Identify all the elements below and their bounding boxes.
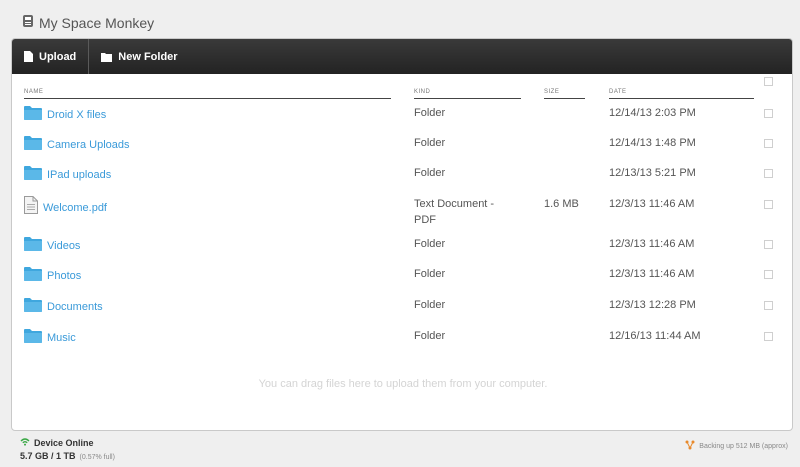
file-name-link[interactable]: Welcome.pdf [43,200,107,216]
file-name-cell: Videos [24,236,80,256]
file-name-link[interactable]: IPad uploads [47,167,111,183]
row-select-checkbox[interactable] [764,169,773,178]
file-row[interactable]: Documents Folder 12/3/13 12:28 PM [12,293,792,323]
file-kind-line1: Folder [414,238,446,250]
file-kind: Folder [414,266,445,282]
file-name-cell: Camera Uploads [24,135,130,155]
folder-icon [24,105,42,125]
file-name-link[interactable]: Documents [47,299,103,315]
file-name-link[interactable]: Droid X files [47,107,106,123]
file-row[interactable]: Camera Uploads Folder 12/14/13 1:48 PM [12,131,792,161]
file-kind: Folder [414,105,445,121]
column-header-name[interactable]: NAME [24,89,391,99]
file-browser-panel: Upload New Folder NAME KIND SIZE DATE Dr… [11,38,793,431]
file-date: 12/16/13 11:44 AM [609,330,701,342]
file-date: 12/14/13 2:03 PM [609,107,696,119]
file-name-cell: Welcome.pdf [24,196,107,219]
file-kind: Folder [414,236,445,252]
file-kind: Folder [414,297,445,313]
backup-text: Backing up 512 MB (approx) [699,442,788,450]
select-all-checkbox[interactable] [764,77,773,86]
file-date: 12/3/13 11:46 AM [609,198,695,210]
file-kind-line1: Folder [414,330,446,342]
file-name-cell: Photos [24,266,81,286]
file-name-cell: Music [24,328,76,348]
folder-icon [24,135,42,155]
new-folder-icon [101,52,113,62]
row-select-checkbox[interactable] [764,270,773,279]
row-select-checkbox[interactable] [764,200,773,209]
storage-usage-text: 5.7 GB / 1 TB [20,451,76,461]
backup-status: Backing up 512 MB (approx) [685,440,788,452]
column-header-size[interactable]: SIZE [544,89,585,99]
backup-icon [685,440,695,452]
monkey-logo-icon [22,14,34,33]
folder-icon [24,328,42,348]
file-name-cell: IPad uploads [24,165,111,185]
file-kind-line1: Folder [414,268,446,280]
toolbar: Upload New Folder [12,39,792,74]
file-date: 12/3/13 12:28 PM [609,299,696,311]
device-status: Device Online 5.7 GB / 1 TB (0.57% full) [20,438,115,461]
column-header-kind[interactable]: KIND [414,89,521,99]
app-title: My Space Monkey [39,15,155,31]
drop-hint: You can drag files here to upload them f… [258,378,548,390]
app-header: My Space Monkey [22,13,154,33]
file-kind: Folder [414,165,445,181]
row-select-checkbox[interactable] [764,139,773,148]
file-name-cell: Droid X files [24,105,106,125]
folder-icon [24,236,42,256]
new-folder-label: New Folder [118,50,178,63]
file-kind-line1: Folder [414,299,446,311]
file-name-cell: Documents [24,297,103,317]
document-icon [24,196,38,219]
wifi-icon [20,438,30,448]
file-kind: Folder [414,135,445,151]
file-date: 12/3/13 11:46 AM [609,268,695,280]
storage-usage: 5.7 GB / 1 TB (0.57% full) [20,451,115,461]
row-select-checkbox[interactable] [764,301,773,310]
upload-icon [24,51,33,62]
file-kind-line1: Folder [414,137,446,149]
row-select-checkbox[interactable] [764,109,773,118]
storage-usage-percent: (0.57% full) [79,454,115,461]
file-date: 12/3/13 11:46 AM [609,238,695,250]
file-row[interactable]: Droid X files Folder 12/14/13 2:03 PM [12,101,792,131]
file-row[interactable]: Videos Folder 12/3/13 11:46 AM [12,232,792,262]
folder-icon [24,165,42,185]
file-kind: Folder [414,328,445,344]
file-date: 12/14/13 1:48 PM [609,137,696,149]
file-date: 12/13/13 5:21 PM [609,167,696,179]
device-status-line: Device Online [20,438,115,448]
file-name-link[interactable]: Photos [47,268,81,284]
file-row[interactable]: Music Folder 12/16/13 11:44 AM [12,324,792,354]
file-kind-line1: Text Document - [414,198,495,210]
file-size: 1.6 MB [544,198,579,210]
file-row[interactable]: Photos Folder 12/3/13 11:46 AM [12,262,792,292]
folder-icon [24,297,42,317]
upload-button[interactable]: Upload [12,39,90,74]
file-kind-line1: Folder [414,167,446,179]
file-row[interactable]: IPad uploads Folder 12/13/13 5:21 PM [12,161,792,191]
file-kind: Text Document - PDF [414,196,494,228]
file-row[interactable]: Welcome.pdf Text Document - PDF 1.6 MB 12/3/… [12,192,792,226]
new-folder-button[interactable]: New Folder [89,39,189,74]
upload-label: Upload [39,50,77,63]
file-kind-line2: PDF [414,214,436,226]
file-name-link[interactable]: Camera Uploads [47,137,130,153]
file-name-link[interactable]: Videos [47,238,80,254]
row-select-checkbox[interactable] [764,240,773,249]
file-kind-line1: Folder [414,107,446,119]
row-select-checkbox[interactable] [764,332,773,341]
file-name-link[interactable]: Music [47,330,76,346]
folder-icon [24,266,42,286]
column-header-date[interactable]: DATE [609,89,754,99]
device-status-text: Device Online [34,438,94,448]
